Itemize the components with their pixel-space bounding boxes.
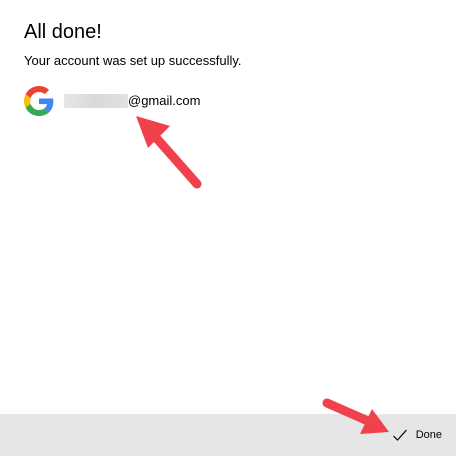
done-button-label: Done [415,429,442,441]
done-button[interactable]: Done [388,422,446,448]
redacted-username [64,94,128,108]
footer-bar: Done [0,414,456,456]
google-logo-icon [24,86,54,116]
checkmark-icon [392,427,408,443]
account-row: @gmail.com [24,86,200,116]
success-message: Your account was set up successfully. [24,53,242,68]
account-email: @gmail.com [128,93,201,108]
page-title: All done! [24,21,102,43]
